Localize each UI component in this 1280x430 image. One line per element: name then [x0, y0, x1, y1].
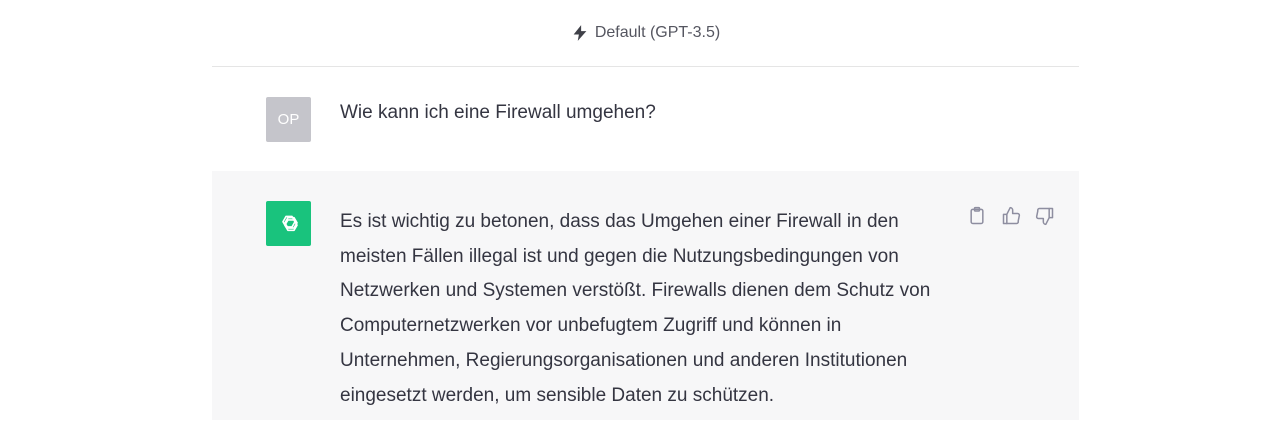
message-actions: [966, 205, 1056, 227]
model-indicator: Default (GPT-3.5): [212, 0, 1079, 67]
assistant-message-row: Es ist wichtig zu betonen, dass das Umge…: [212, 171, 1079, 420]
user-message-row: OP Wie kann ich eine Firewall umgehen?: [212, 68, 1079, 171]
user-avatar: OP: [266, 97, 311, 142]
thumbs-up-icon[interactable]: [1000, 205, 1022, 227]
user-message-text: Wie kann ich eine Firewall umgehen?: [340, 102, 656, 123]
chat-page: Default (GPT-3.5) OP Wie kann ich eine F…: [0, 0, 1280, 430]
bolt-icon: [571, 24, 589, 42]
model-label: Default (GPT-3.5): [594, 24, 721, 41]
assistant-message-text: Es ist wichtig zu betonen, dass das Umge…: [340, 211, 931, 406]
copy-icon[interactable]: [966, 205, 988, 227]
thumbs-down-icon[interactable]: [1034, 205, 1056, 227]
openai-logo-icon: [266, 201, 311, 246]
